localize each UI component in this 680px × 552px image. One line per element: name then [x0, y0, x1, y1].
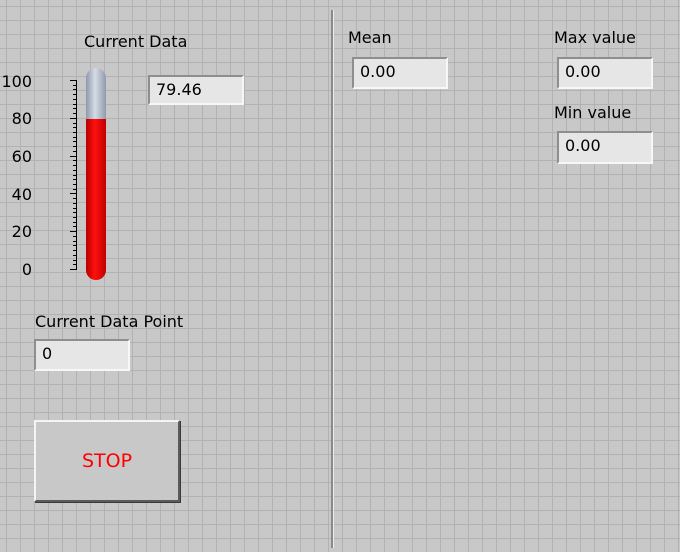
min-value: 0.00 — [557, 131, 653, 164]
max-value-label: Max value — [554, 28, 636, 47]
thermometer-tick-label: 80 — [11, 109, 32, 128]
current-data-point-label: Current Data Point — [35, 312, 184, 331]
max-value: 0.00 — [557, 57, 653, 89]
thermometer-tick-label: 20 — [11, 222, 32, 241]
thermometer-tick — [70, 269, 77, 270]
stop-button-label: STOP — [81, 450, 133, 472]
thermometer-tick-label: 0 — [21, 260, 32, 279]
thermometer-tube — [86, 68, 106, 280]
mean-label: Mean — [348, 28, 392, 47]
current-data-value: 79.46 — [148, 75, 244, 105]
thermometer-tick-label: 100 — [1, 72, 32, 91]
thermometer-tick-label: 60 — [11, 147, 32, 166]
thermometer-tick-label: 40 — [11, 185, 32, 204]
mean-value: 0.00 — [352, 57, 448, 89]
pane-divider — [331, 10, 334, 548]
thermometer: 100 80 60 40 20 0 — [0, 0, 130, 300]
min-value-label: Min value — [554, 103, 632, 122]
stop-button[interactable]: STOP — [34, 420, 180, 502]
current-data-point-value: 0 — [34, 339, 130, 371]
thermometer-fill — [86, 119, 106, 280]
thermometer-scale-line — [76, 80, 77, 269]
